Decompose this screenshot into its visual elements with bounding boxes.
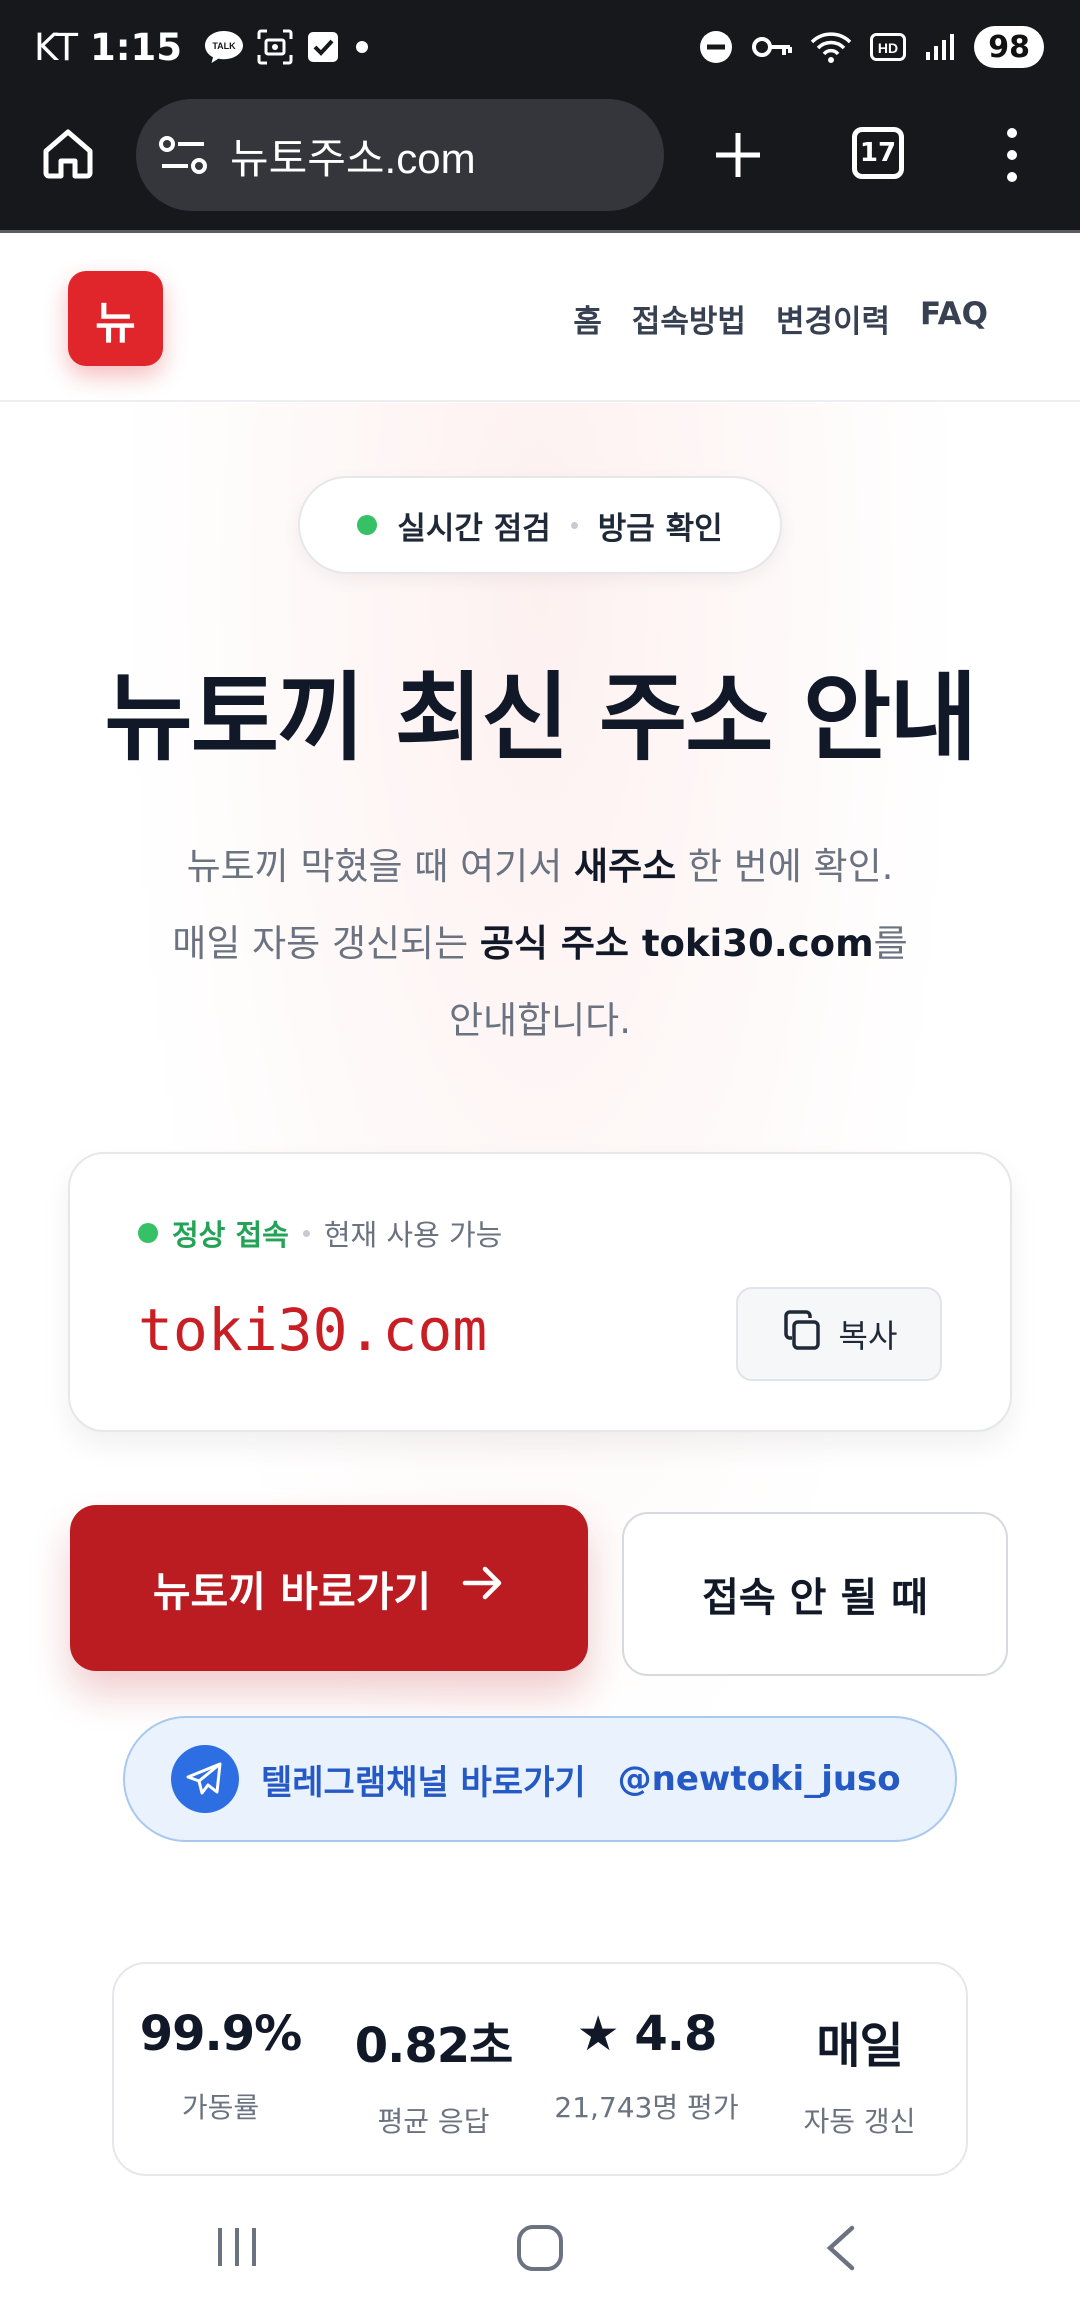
telegram-channel-button[interactable]: 텔레그램채널 바로가기 @newtoki_juso [123,1716,957,1842]
pill-separator [570,521,578,529]
stat-rating: ★ 4.8 21,743명 평가 [540,1964,753,2174]
system-nav-bar [0,2190,1080,2316]
availability-label: 현재 사용 가능 [323,1218,503,1252]
desc-line2-bold: 공식 주소 toki30.com [479,922,874,965]
live-status-dot [357,515,378,535]
current-domain[interactable]: toki30.com [138,1296,487,1364]
telegram-handle: @newtoki_juso [617,1759,901,1799]
new-tab-icon[interactable] [712,129,764,181]
go-to-site-button[interactable]: 뉴토끼 바로가기 [70,1505,588,1671]
live-check-pill: 실시간 점검 방금 확인 [298,476,782,574]
page-title: 뉴토끼 최신 주소 안내 [104,662,977,774]
do-not-disturb-icon [698,29,734,65]
site-settings-icon[interactable] [158,133,208,177]
address-card: 정상 접속 현재 사용 가능 toki30.com 복사 [68,1152,1012,1432]
stat-label: 가동률 [181,2091,260,2124]
site-nav: 홈 접속방법 변경이력 FAQ [573,296,988,341]
site-logo[interactable]: 뉴 [68,271,163,366]
more-menu-icon[interactable] [1000,125,1024,185]
address-bar[interactable]: 뉴토주소.com [136,99,664,211]
nav-home[interactable]: 홈 [573,296,602,341]
browser-toolbar: 뉴토주소.com 17 [0,95,1080,233]
stat-value: ★ 4.8 [576,2006,718,2062]
talk-badge-text: TALK [212,41,236,51]
site-header: 뉴 홈 접속방법 변경이력 FAQ [0,236,1080,402]
carrier-label: KT [34,25,78,69]
back-nav-icon[interactable] [822,2224,862,2276]
signal-icon [924,32,956,62]
home-nav-icon[interactable] [516,2224,564,2276]
desc-line2-a: 매일 자동 갱신되는 [172,922,480,965]
stat-value: 0.82초 [354,2018,514,2074]
hero-description: 뉴토끼 막혔을 때 여기서 새주소 한 번에 확인. 매일 자동 갱신되는 공식… [80,828,1000,1059]
stat-label: 자동 갱신 [803,2105,916,2138]
nav-access-method[interactable]: 접속방법 [632,296,746,341]
stat-label: 21,743명 평가 [554,2091,739,2124]
pill-checked-label: 방금 확인 [597,510,723,547]
hd-voice-icon: HD [870,33,907,61]
desc-line3: 안내합니다. [449,999,631,1042]
recent-apps-icon[interactable] [214,2224,260,2274]
pill-live-label: 실시간 점검 [397,510,551,547]
stat-label: 평균 응답 [377,2105,490,2138]
status-label: 정상 접속 [172,1218,289,1252]
copy-button[interactable]: 복사 [736,1287,942,1381]
notification-dot-icon [352,37,372,57]
status-separator [302,1229,310,1237]
desc-line1-bold: 새주소 [574,845,677,888]
nav-change-history[interactable]: 변경이력 [776,296,890,341]
desc-line2-c: 를 [873,922,908,965]
go-to-site-label: 뉴토끼 바로가기 [152,1568,432,1616]
arrow-right-icon [461,1563,505,1613]
desc-line1-c: 한 번에 확인. [676,845,894,888]
troubleshoot-button[interactable]: 접속 안 될 때 [622,1512,1008,1676]
address-status-row: 정상 접속 현재 사용 가능 [138,1212,502,1254]
stat-uptime: 99.9% 가동률 [114,1964,327,2174]
stat-value: 99.9% [139,2006,303,2062]
home-icon[interactable] [40,125,96,181]
desc-line1-a: 뉴토끼 막혔을 때 여기서 [186,845,575,888]
stat-update: 매일 자동 갱신 [753,1964,966,2174]
telegram-icon [171,1745,239,1813]
stat-response-time: 0.82초 평균 응답 [327,1964,540,2174]
screenshot-icon [256,28,294,66]
tab-switcher-button[interactable]: 17 [852,127,904,179]
battery-indicator: 98 [974,26,1044,68]
hd-label-text: HD [878,40,898,56]
kakaotalk-icon: TALK [204,29,244,65]
clock: 1:15 [90,25,183,69]
vpn-key-icon [752,34,793,60]
copy-label: 복사 [838,1317,898,1355]
telegram-label: 텔레그램채널 바로가기 [261,1762,586,1803]
stat-value: 매일 [816,2018,903,2074]
copy-icon [781,1309,823,1359]
status-bar: KT 1:15 TALK HD 98 [0,0,1080,95]
nav-faq[interactable]: FAQ [920,296,988,341]
url-text[interactable]: 뉴토주소.com [230,125,476,186]
wifi-icon [810,30,852,64]
status-dot [138,1223,158,1243]
stats-card: 99.9% 가동률 0.82초 평균 응답 ★ 4.8 21,743명 평가 매… [112,1962,968,2176]
checkbox-icon [306,30,340,64]
